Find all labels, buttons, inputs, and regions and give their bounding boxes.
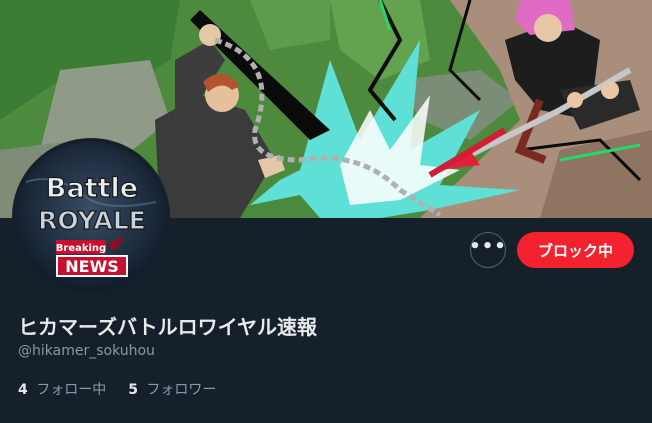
user-handle: @hikamer_sokuhou [18, 343, 155, 359]
follow-stats: 4 フォロー中 5 フォロワー [18, 379, 216, 399]
profile-page: Battle ROYALE Breaking NEWS ••• ブロック中 ヒカ… [0, 0, 652, 423]
battle-royale-news-logo: Battle ROYALE Breaking NEWS [16, 142, 166, 292]
more-options-button[interactable]: ••• [469, 232, 507, 268]
avatar-title-line1: Battle [46, 173, 138, 204]
avatar-badge-breaking: Breaking [56, 243, 106, 254]
following-count: 4 [18, 382, 28, 398]
following-link[interactable]: 4 フォロー中 [18, 379, 106, 399]
followers-count: 5 [128, 382, 138, 398]
more-icon: ••• [469, 236, 507, 257]
followers-link[interactable]: 5 フォロワー [128, 379, 216, 399]
avatar-badge-news: NEWS [65, 257, 119, 276]
blocked-button[interactable]: ブロック中 [517, 232, 634, 268]
profile-avatar[interactable]: Battle ROYALE Breaking NEWS [12, 138, 170, 296]
avatar-title-line2: ROYALE [38, 206, 146, 235]
display-name: ヒカマーズバトルロワイヤル速報 [18, 315, 317, 339]
following-label: フォロー中 [36, 382, 107, 398]
followers-label: フォロワー [146, 382, 217, 398]
